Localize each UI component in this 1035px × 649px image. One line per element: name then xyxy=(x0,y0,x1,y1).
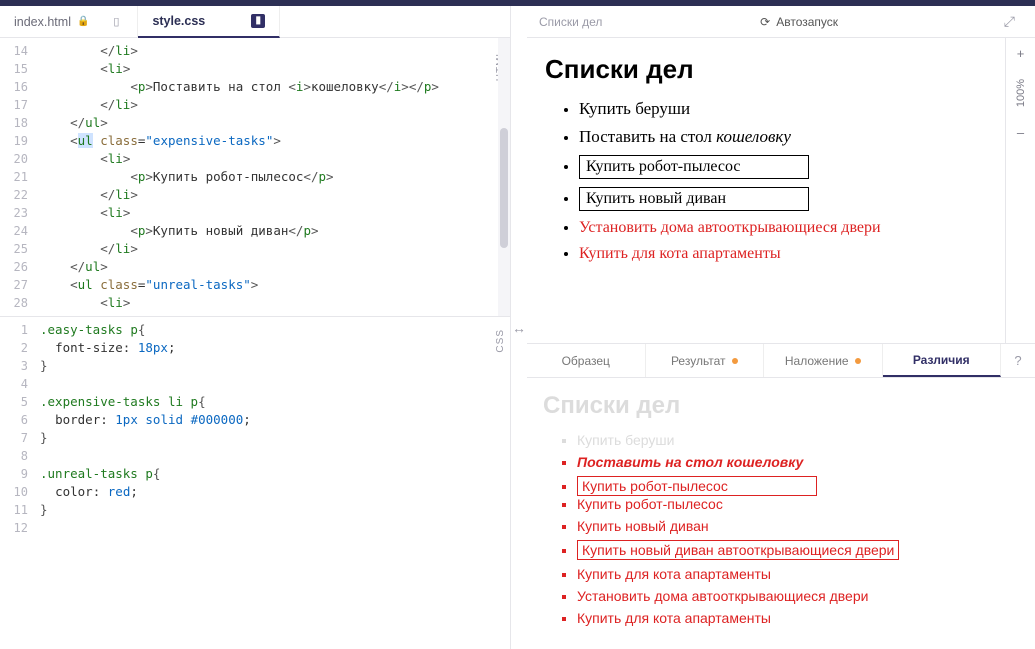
gutter-html: 1415161718192021222324252627282930313233… xyxy=(0,38,36,316)
list-item: Поставить на стол кошеловку xyxy=(577,454,1019,470)
expand-icon[interactable]: ⤢ xyxy=(1004,13,1015,30)
list-item: Купить для кота апартаменты xyxy=(577,610,1019,626)
panel-icon: ▮ xyxy=(251,14,265,28)
list-item: Установить дома автооткрывающиеся двери xyxy=(579,219,987,237)
autorun-label: Автозапуск xyxy=(776,15,838,29)
tab-index[interactable]: index.html 🔒 ▯ xyxy=(0,6,138,38)
resizer[interactable]: ↔ xyxy=(511,6,527,649)
play-icon: ⟳ xyxy=(760,15,770,29)
list-item: Поставить на стол кошеловку xyxy=(579,127,987,147)
diff-tab-overlay[interactable]: Наложение xyxy=(764,344,883,377)
list-item: Купить новый диван xyxy=(577,518,1019,534)
list-item: Купить беруши xyxy=(579,99,987,119)
diff-tab-diff[interactable]: Различия xyxy=(883,344,1002,377)
help-button[interactable]: ? xyxy=(1001,344,1035,377)
diff-tab-sample[interactable]: Образец xyxy=(527,344,646,377)
lock-icon: 🔒 xyxy=(77,16,89,27)
resize-icon: ↔ xyxy=(512,320,526,336)
list-item: Купить новый диван автооткрывающиеся две… xyxy=(577,540,1019,560)
zoom-out-button[interactable]: – xyxy=(1017,125,1024,140)
list-item: Купить робот-пылесос xyxy=(577,496,1019,512)
side-label-css: CSS xyxy=(495,329,506,353)
zoom-pct: 100% xyxy=(1015,79,1027,107)
code-css[interactable]: .easy-tasks p{ font-size: 18px; } .expen… xyxy=(36,317,510,649)
tab-label: style.css xyxy=(152,14,205,28)
preview-body: Списки дел Купить беруши Поставить на ст… xyxy=(527,38,1005,338)
status-dot xyxy=(732,358,738,364)
zoom-rail: + 100% – xyxy=(1005,38,1035,343)
diff-tabs: Образец Результат Наложение Различия ? xyxy=(527,344,1035,378)
status-dot xyxy=(855,358,861,364)
list-item: Купить для кота апартаменты xyxy=(579,245,987,263)
scrollbar[interactable] xyxy=(498,38,510,316)
list-item: Купить робот-пылесос xyxy=(577,476,1019,496)
list-item: Установить дома автооткрывающиеся двери xyxy=(577,588,1019,604)
editor-tabs: index.html 🔒 ▯ style.css ▮ xyxy=(0,6,510,38)
panel-icon: ▯ xyxy=(109,15,123,29)
list-item: Купить беруши xyxy=(577,432,1019,448)
diff-heading: Списки дел xyxy=(543,392,1019,420)
zoom-in-button[interactable]: + xyxy=(1017,46,1025,61)
list-item: Купить для кота апартаменты xyxy=(577,566,1019,582)
tab-style[interactable]: style.css ▮ xyxy=(138,6,280,38)
tab-label: index.html xyxy=(14,15,71,29)
preview-header: Списки дел ⟳ Автозапуск ⤢ xyxy=(527,6,1035,38)
diff-tab-result[interactable]: Результат xyxy=(646,344,765,377)
list-item: Купить новый диван xyxy=(579,187,987,211)
gutter-css: 123456789101112 xyxy=(0,317,36,649)
list-item: Купить робот-пылесос xyxy=(579,155,987,179)
html-editor[interactable]: 1415161718192021222324252627282930313233… xyxy=(0,38,510,316)
preview-title: Списки дел xyxy=(539,15,602,29)
autorun-toggle[interactable]: ⟳ Автозапуск xyxy=(760,15,838,29)
preview-heading: Списки дел xyxy=(545,54,987,85)
css-editor[interactable]: 123456789101112 .easy-tasks p{ font-size… xyxy=(0,317,510,649)
code-html[interactable]: </li> <li> <p>Поставить на стол <i>кошел… xyxy=(36,38,510,316)
diff-body: Списки дел Купить беруши Поставить на ст… xyxy=(527,378,1035,649)
